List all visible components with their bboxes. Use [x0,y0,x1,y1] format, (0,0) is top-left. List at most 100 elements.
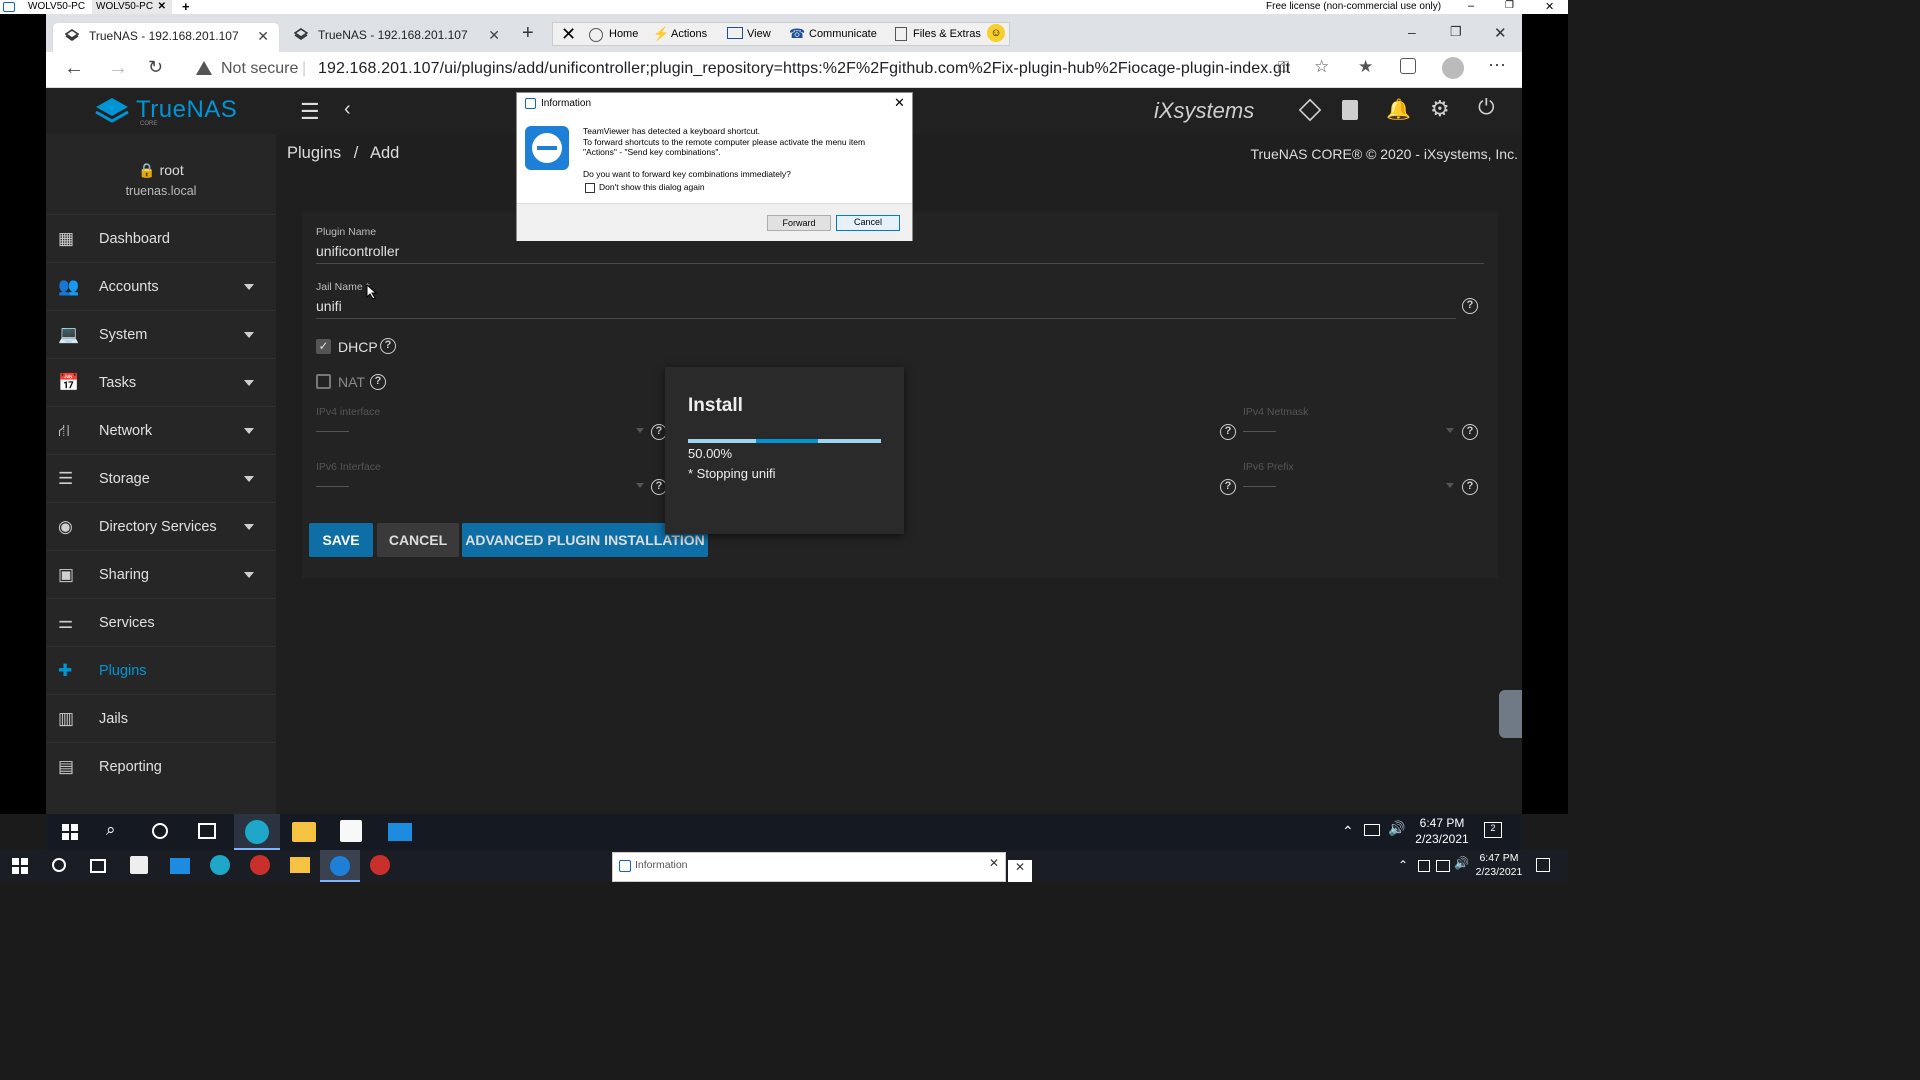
store-icon[interactable] [130,856,148,874]
close-window-icon[interactable]: ✕ [1545,0,1554,13]
volume-icon[interactable]: 🔊 [1454,856,1469,870]
notification-center-icon[interactable]: 2 [1484,822,1502,838]
ipv4-address-help-icon[interactable]: ? [1220,424,1236,440]
sidebar-item-system[interactable]: 💻 System [46,310,276,358]
browser-tab[interactable]: TrueNAS - 192.168.201.107 ✕ [282,22,510,52]
add-tab-icon[interactable]: + [178,0,190,14]
power-icon[interactable]: ⏻ [1478,96,1495,120]
jail-name-help-icon[interactable]: ? [1462,298,1478,314]
remote-clock-date[interactable]: 2/23/2021 [1410,832,1474,846]
ipv6-address-help-icon[interactable]: ? [1220,479,1236,495]
ipv6-interface-dropdown-icon[interactable] [636,483,644,488]
menu-toggle-icon[interactable]: ☰ [300,99,320,125]
ipv4-interface-select[interactable] [316,431,349,432]
ipv4-interface-dropdown-icon[interactable] [636,428,644,433]
settings-gear-icon[interactable]: ⚙ [1430,96,1450,122]
sidebar-item-network[interactable]: ⛙ Network [46,406,276,454]
sidebar-item-dashboard[interactable]: ▦ Dashboard [46,214,276,262]
tasks-clipboard-icon[interactable] [1342,100,1358,120]
tray-chevron-icon[interactable]: ⌃ [1342,823,1354,840]
key-icon[interactable]: ⚿ [1278,59,1289,76]
minimize-icon[interactable]: – [1468,0,1474,12]
dhcp-help-icon[interactable]: ? [380,338,396,354]
browser-tab-active[interactable]: TrueNAS - 192.168.201.107 ✕ [52,22,280,52]
ipv6-interface-select[interactable] [316,486,349,487]
close-session-icon[interactable]: ✕ [561,24,576,44]
forward-icon[interactable]: → [108,57,128,80]
sidebar-item-reporting[interactable]: ▤ Reporting [46,742,276,790]
favorites-icon[interactable]: ★ [1358,57,1373,77]
ipv6-prefix-dropdown-icon[interactable] [1446,483,1454,488]
close-browser-icon[interactable]: ✕ [1494,24,1507,42]
teamviewer-session-tab-active[interactable]: WOLV50-PC ✕ [92,0,172,14]
ipv4-netmask-dropdown-icon[interactable] [1446,428,1454,433]
more-icon[interactable]: ⋯ [1488,55,1506,76]
reload-icon[interactable]: ↻ [148,57,163,78]
sidebar-item-directory-services[interactable]: ◉ Directory Services [46,502,276,550]
tray-app-icon[interactable] [1418,860,1430,872]
search-icon[interactable]: ⌕ [106,820,116,840]
notifications-bell-icon[interactable]: 🔔 [1386,97,1411,122]
sidebar-item-services[interactable]: ⚌ Services [46,598,276,646]
toolbar-communicate[interactable]: Communicate [809,28,877,40]
close-tab-icon[interactable]: ✕ [257,23,269,49]
network-tray-icon[interactable] [1364,824,1380,836]
nat-checkbox[interactable] [316,374,331,389]
ipv4-netmask-select[interactable] [1243,431,1276,432]
collapse-icon[interactable]: ‹ [344,98,351,121]
notification-center-icon[interactable] [1536,858,1550,872]
cortana-icon[interactable] [52,858,66,872]
toolbar-home[interactable]: Home [609,28,638,40]
jail-name-input[interactable]: unifi [316,298,342,314]
sidebar-item-sharing[interactable]: ▣ Sharing [46,550,276,598]
local-clock-time[interactable]: 6:47 PM [1472,852,1526,864]
add-favorite-icon[interactable]: ☆ [1314,57,1329,77]
taskbar-edge[interactable] [234,814,280,850]
plugin-name-input[interactable]: unificontroller [316,243,399,259]
sidebar-item-tasks[interactable]: 📅 Tasks [46,358,276,406]
cancel-button[interactable]: CANCEL [377,523,459,557]
teamviewer-side-panel-handle[interactable] [1499,690,1522,738]
tray-chevron-icon[interactable]: ⌃ [1398,858,1408,872]
teamviewer-session-tab[interactable]: WOLV50-PC [24,0,88,14]
app-icon[interactable] [250,855,270,875]
toolbar-actions[interactable]: Actions [671,28,707,40]
maximize-browser-icon[interactable]: ❐ [1450,24,1462,40]
app-icon[interactable] [370,855,390,875]
volume-icon[interactable]: 🔊 [1388,820,1405,837]
mail-icon[interactable] [388,823,412,841]
mail-icon[interactable] [170,858,190,874]
nat-help-icon[interactable]: ? [370,374,386,390]
taskbar-teamviewer[interactable] [320,850,360,882]
edge-icon[interactable] [210,855,230,875]
sidebar-item-accounts[interactable]: 👥 Accounts [46,262,276,310]
new-tab-icon[interactable]: + [522,22,534,45]
sidebar-item-plugins[interactable]: ✚ Plugins [46,646,276,694]
information-window-thumbnail[interactable]: Information ✕ [612,852,1006,882]
breadcrumb-plugins[interactable]: Plugins [287,144,341,162]
info-dialog-close-icon[interactable]: ✕ [894,95,905,111]
close-icon[interactable]: ✕ [989,856,999,870]
sidebar-item-storage[interactable]: ☰ Storage [46,454,276,502]
toolbar-view[interactable]: View [747,28,771,40]
remote-clock-time[interactable]: 6:47 PM [1412,816,1472,830]
close-icon[interactable]: ✕ [1008,860,1032,882]
minimize-browser-icon[interactable]: – [1408,24,1416,40]
ipv4-netmask-help-icon[interactable]: ? [1462,424,1478,440]
truecommand-icon[interactable] [1298,98,1322,122]
back-icon[interactable]: ← [64,57,84,80]
url-field[interactable]: 192.168.201.107/ui/plugins/add/unificont… [318,60,1290,78]
sidebar-item-jails[interactable]: ▥ Jails [46,694,276,742]
local-clock-date[interactable]: 2/23/2021 [1470,866,1528,878]
windows-start-icon[interactable] [12,858,28,874]
network-tray-icon[interactable] [1436,860,1450,872]
file-explorer-icon[interactable] [290,857,310,873]
task-view-icon[interactable] [90,859,106,873]
restore-icon[interactable]: ❐ [1505,0,1514,11]
ipv6-prefix-help-icon[interactable]: ? [1462,479,1478,495]
file-explorer-icon[interactable] [292,822,316,842]
cortana-icon[interactable] [152,823,168,839]
collections-icon[interactable] [1400,58,1416,74]
forward-button[interactable]: Forward [767,215,831,231]
close-tab-icon[interactable]: ✕ [488,22,500,48]
